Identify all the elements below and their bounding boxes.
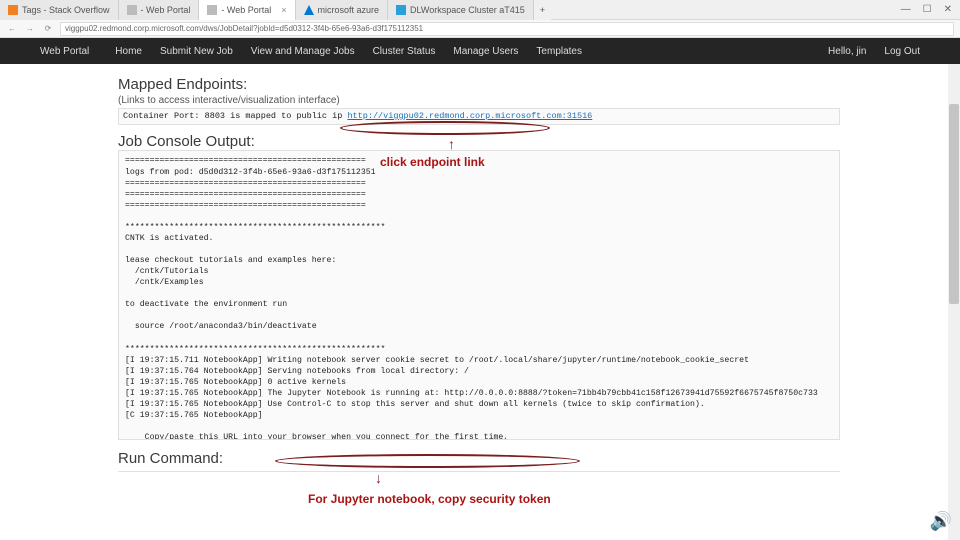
nav-submit-job[interactable]: Submit New Job	[160, 46, 233, 57]
close-icon[interactable]: ×	[281, 5, 286, 15]
browser-tab[interactable]: microsoft azure	[296, 0, 389, 20]
mapped-endpoints-subtitle: (Links to access interactive/visualizati…	[118, 95, 840, 106]
annotation-arrow-up-icon: ↑	[448, 136, 455, 152]
azure-icon	[304, 5, 314, 15]
nav-templates[interactable]: Templates	[536, 46, 582, 57]
annotation-endpoint-label: click endpoint link	[380, 155, 485, 169]
browser-tab-active[interactable]: - Web Portal ×	[199, 0, 295, 20]
annotation-oval-token	[275, 454, 580, 468]
tab-label: Tags - Stack Overflow	[22, 5, 110, 15]
browser-tabstrip: Tags - Stack Overflow - Web Portal - Web…	[0, 0, 960, 20]
portal-brand[interactable]: Web Portal	[40, 46, 89, 57]
endpoint-link[interactable]: http://viggpu02.redmond.corp.microsoft.c…	[347, 111, 592, 121]
annotation-token-label: For Jupyter notebook, copy security toke…	[308, 492, 551, 506]
page-icon	[127, 5, 137, 15]
address-bar[interactable]	[60, 22, 954, 36]
browser-tab[interactable]: Tags - Stack Overflow	[0, 0, 119, 20]
container-port-text: Container Port: 8803 is mapped to public…	[123, 111, 347, 121]
window-close[interactable]: ✕	[944, 4, 952, 15]
new-tab-button[interactable]: +	[534, 0, 551, 20]
nav-logout[interactable]: Log Out	[884, 46, 920, 57]
portal-navbar: Web Portal Home Submit New Job View and …	[0, 38, 960, 64]
browser-tab[interactable]: DLWorkspace Cluster aT415	[388, 0, 534, 20]
nav-cluster-status[interactable]: Cluster Status	[373, 46, 436, 57]
back-button[interactable]: ←	[6, 24, 18, 33]
annotation-arrow-down-icon: ↓	[375, 470, 382, 486]
window-maximize[interactable]: ☐	[923, 4, 932, 15]
window-controls: — ☐ ✕	[901, 4, 960, 15]
console-output-heading: Job Console Output:	[118, 133, 840, 150]
console-output-box: ========================================…	[118, 150, 840, 440]
window-minimize[interactable]: —	[901, 4, 911, 15]
nav-view-jobs[interactable]: View and Manage Jobs	[251, 46, 355, 57]
stackoverflow-icon	[8, 5, 18, 15]
address-bar-row: ← → ⟳	[0, 20, 960, 38]
forward-button[interactable]: →	[24, 24, 36, 33]
nav-hello-user: Hello, jin	[828, 46, 866, 57]
browser-tab[interactable]: - Web Portal	[119, 0, 200, 20]
annotation-oval-endpoint	[340, 121, 550, 135]
cluster-icon	[396, 5, 406, 15]
mapped-endpoints-heading: Mapped Endpoints:	[118, 76, 840, 93]
nav-manage-users[interactable]: Manage Users	[453, 46, 518, 57]
page-icon	[207, 5, 217, 15]
tab-label: microsoft azure	[318, 5, 380, 15]
reload-button[interactable]: ⟳	[42, 24, 54, 33]
speaker-icon: 🔊	[930, 511, 952, 532]
tab-label: - Web Portal	[221, 5, 271, 15]
tab-label: DLWorkspace Cluster aT415	[410, 5, 525, 15]
divider	[118, 471, 840, 472]
nav-home[interactable]: Home	[115, 46, 142, 57]
tab-label: - Web Portal	[141, 5, 191, 15]
